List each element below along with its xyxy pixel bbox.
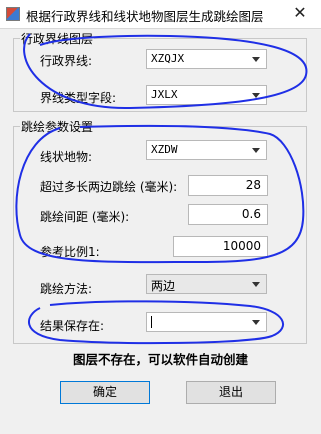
scale-input[interactable]: 10000 xyxy=(173,236,268,257)
over-length-input[interactable]: 28 xyxy=(188,175,268,196)
chevron-down-icon xyxy=(252,148,260,153)
admin-line-label: 行政界线: xyxy=(40,54,93,68)
window-title: 根据行政界线和线状地物图层生成跳绘图层 xyxy=(26,9,264,24)
linear-feature-value: XZDW xyxy=(151,143,178,156)
chevron-down-icon xyxy=(252,57,260,62)
text-caret xyxy=(151,316,152,328)
chevron-down-icon xyxy=(252,282,260,287)
linear-feature-select[interactable]: XZDW xyxy=(146,140,267,160)
exit-button[interactable]: 退出 xyxy=(186,381,276,404)
admin-line-value: XZQJX xyxy=(151,52,185,65)
ok-button[interactable]: 确定 xyxy=(60,381,150,404)
method-value: 两边 xyxy=(151,279,176,293)
auto-create-hint: 图层不存在，可以软件自动创建 xyxy=(72,352,248,367)
over-length-label: 超过多长两边跳绘 (毫米): xyxy=(40,180,178,194)
admin-line-select[interactable]: XZQJX xyxy=(146,49,267,69)
line-type-select[interactable]: JXLX xyxy=(146,85,267,105)
app-icon xyxy=(6,7,20,21)
save-label: 结果保存在: xyxy=(40,319,105,333)
interval-input[interactable]: 0.6 xyxy=(188,204,268,225)
title-bar: 根据行政界线和线状地物图层生成跳绘图层 ✕ xyxy=(0,0,321,29)
save-location-select[interactable] xyxy=(146,312,267,332)
scale-label: 参考比例1: xyxy=(40,245,100,259)
method-select[interactable]: 两边 xyxy=(146,274,267,294)
method-label: 跳绘方法: xyxy=(40,282,93,296)
linear-feature-label: 线状地物: xyxy=(40,150,93,164)
params-group-legend: 跳绘参数设置 xyxy=(20,118,95,135)
line-type-label: 界线类型字段: xyxy=(40,91,117,105)
chevron-down-icon xyxy=(252,320,260,325)
chevron-down-icon xyxy=(252,93,260,98)
line-type-value: JXLX xyxy=(151,88,178,101)
admin-group-legend: 行政界线图层 xyxy=(20,30,95,47)
interval-label: 跳绘间距 (毫米): xyxy=(40,210,130,224)
close-button[interactable]: ✕ xyxy=(289,3,311,23)
